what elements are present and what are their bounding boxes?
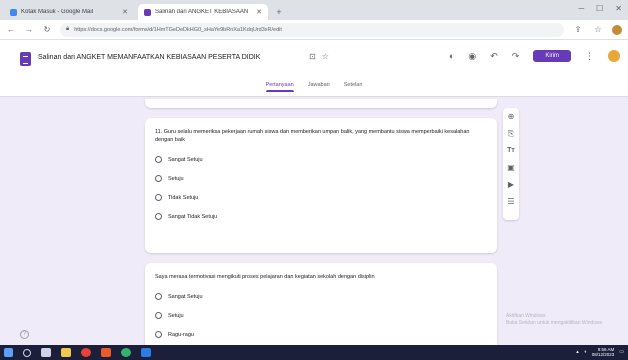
radio-button-icon[interactable] (155, 213, 162, 220)
bookmark-star-icon[interactable]: ☆ (592, 25, 604, 34)
file-explorer-icon[interactable] (61, 348, 71, 357)
option-row[interactable]: Tidak Setuju (155, 194, 487, 201)
task-view-icon[interactable] (41, 348, 51, 357)
add-image-icon[interactable]: ▣ (507, 163, 515, 173)
close-icon[interactable]: ✕ (122, 8, 128, 16)
undo-icon[interactable]: ↶ (490, 51, 498, 62)
windows-activation-watermark: Aktifkan Windows Buka Setelan untuk meng… (506, 313, 602, 327)
watermark-line2: Buka Setelan untuk mengaktifkan Windows (506, 320, 603, 326)
option-row[interactable]: Ragu-ragu (155, 331, 487, 338)
browser-tab-gmail[interactable]: Kotak Masuk - Google Mail ✕ (4, 4, 134, 20)
title-actions: ⊡ ☆ (309, 52, 329, 61)
search-icon[interactable] (23, 348, 31, 357)
add-section-icon[interactable]: ☰ (507, 197, 514, 207)
browser-tab-strip: Kotak Masuk - Google Mail ✕ Salinan dari… (0, 0, 628, 20)
new-tab-icon[interactable]: + (272, 4, 286, 20)
send-button[interactable]: Kirim (533, 50, 571, 62)
close-icon[interactable]: ✕ (256, 8, 262, 16)
forward-icon[interactable]: → (24, 25, 34, 34)
account-avatar[interactable] (608, 50, 620, 62)
question-toolbar: ⊕ ⎘ Tт ▣ ▶ ☰ (503, 108, 519, 220)
google-forms-logo-icon[interactable] (20, 52, 31, 66)
back-icon[interactable]: ← (6, 25, 16, 34)
lock-icon: 🔒︎ (66, 26, 70, 32)
edge-icon[interactable] (121, 348, 131, 357)
question-card[interactable]: 11. Guru selalu memeriksa pekerjaan ruma… (145, 118, 497, 253)
tab-questions[interactable]: Pertanyaan (265, 82, 294, 92)
header-actions: ◐ ◉ ↶ ↷ Kirim ⋮ (449, 50, 620, 62)
tab-responses[interactable]: Jawaban (308, 82, 330, 92)
radio-button-icon[interactable] (155, 156, 162, 163)
maximize-icon[interactable]: ☐ (596, 4, 603, 13)
option-label: Sangat Setuju (168, 156, 203, 163)
option-label: Sangat Tidak Setuju (168, 213, 218, 220)
redo-icon[interactable]: ↷ (512, 51, 520, 62)
clock[interactable]: 9:56 AM 08/12/2023 (592, 347, 615, 357)
option-row[interactable]: Sangat Setuju (155, 156, 487, 163)
windows-taskbar: ▴ ◖ 9:56 AM 08/12/2023 ▭ (0, 345, 628, 360)
reload-icon[interactable]: ↻ (42, 25, 52, 34)
option-label: Setuju (168, 312, 184, 319)
preview-eye-icon[interactable]: ◉ (468, 51, 476, 62)
watermark-line1: Aktifkan Windows (506, 313, 546, 319)
start-icon[interactable] (4, 348, 13, 357)
minimize-icon[interactable]: ─ (578, 4, 584, 13)
option-row[interactable]: Sangat Tidak Setuju (155, 213, 487, 220)
tab-settings[interactable]: Setelan (344, 82, 363, 92)
store-icon[interactable] (141, 348, 151, 357)
radio-button-icon[interactable] (155, 331, 162, 338)
gmail-favicon-icon (10, 8, 17, 16)
tab-title: Kotak Masuk - Google Mail (21, 9, 94, 15)
option-label: Sangat Setuju (168, 293, 203, 300)
close-window-icon[interactable]: ✕ (615, 4, 622, 13)
radio-button-icon[interactable] (155, 194, 162, 201)
question-text[interactable]: Saya merasa termotivasi mengikuti proses… (155, 273, 487, 281)
window-controls: ─ ☐ ✕ (578, 4, 622, 13)
volume-icon[interactable]: ◖ (584, 349, 587, 355)
system-tray: ▴ ◖ 9:56 AM 08/12/2023 ▭ (576, 347, 624, 357)
chrome-icon[interactable] (81, 348, 91, 357)
move-to-folder-icon[interactable]: ⊡ (309, 52, 316, 61)
previous-question-card[interactable] (145, 99, 497, 108)
network-icon[interactable]: ▴ (576, 349, 579, 355)
notification-icon[interactable]: ▭ (619, 349, 624, 355)
add-video-icon[interactable]: ▶ (508, 180, 514, 190)
add-question-icon[interactable]: ⊕ (508, 112, 515, 122)
radio-button-icon[interactable] (155, 175, 162, 182)
add-title-icon[interactable]: Tт (507, 146, 515, 156)
profile-avatar[interactable] (612, 24, 622, 35)
radio-button-icon[interactable] (155, 312, 162, 319)
tab-title: Salinan dari ANGKET KEBIASAAN (155, 9, 249, 15)
forms-header: Salinan dari ANGKET MEMANFAATKAN KEBIASA… (0, 40, 628, 97)
help-icon[interactable]: ? (20, 330, 29, 339)
address-bar[interactable]: 🔒︎ https://docs.google.com/forms/d/1HmTG… (60, 22, 564, 37)
more-options-icon[interactable]: ⋮ (585, 51, 594, 62)
share-icon[interactable]: ⇪ (572, 25, 584, 34)
star-icon[interactable]: ☆ (322, 52, 329, 61)
option-label: Setuju (168, 175, 184, 182)
option-row[interactable]: Setuju (155, 175, 487, 182)
browser-tab-forms[interactable]: Salinan dari ANGKET KEBIASAAN ✕ (138, 4, 268, 20)
option-label: Ragu-ragu (168, 331, 194, 338)
palette-icon[interactable]: ◐ (449, 51, 454, 61)
forms-tabs: Pertanyaan Jawaban Setelan (0, 82, 628, 92)
option-label: Tidak Setuju (168, 194, 199, 201)
clock-date: 08/12/2023 (591, 352, 615, 357)
form-document-title[interactable]: Salinan dari ANGKET MEMANFAATKAN KEBIASA… (38, 54, 260, 61)
option-row[interactable]: Sangat Setuju (155, 293, 487, 300)
radio-button-icon[interactable] (155, 293, 162, 300)
office-icon[interactable] (101, 348, 111, 357)
browser-toolbar: ← → ↻ 🔒︎ https://docs.google.com/forms/d… (0, 20, 628, 40)
question-text[interactable]: 11. Guru selalu memeriksa pekerjaan ruma… (155, 128, 487, 144)
option-row[interactable]: Setuju (155, 312, 487, 319)
forms-favicon-icon (144, 8, 151, 16)
import-questions-icon[interactable]: ⎘ (508, 129, 514, 139)
url-text: https://docs.google.com/forms/d/1HmTGeDe… (74, 26, 282, 33)
